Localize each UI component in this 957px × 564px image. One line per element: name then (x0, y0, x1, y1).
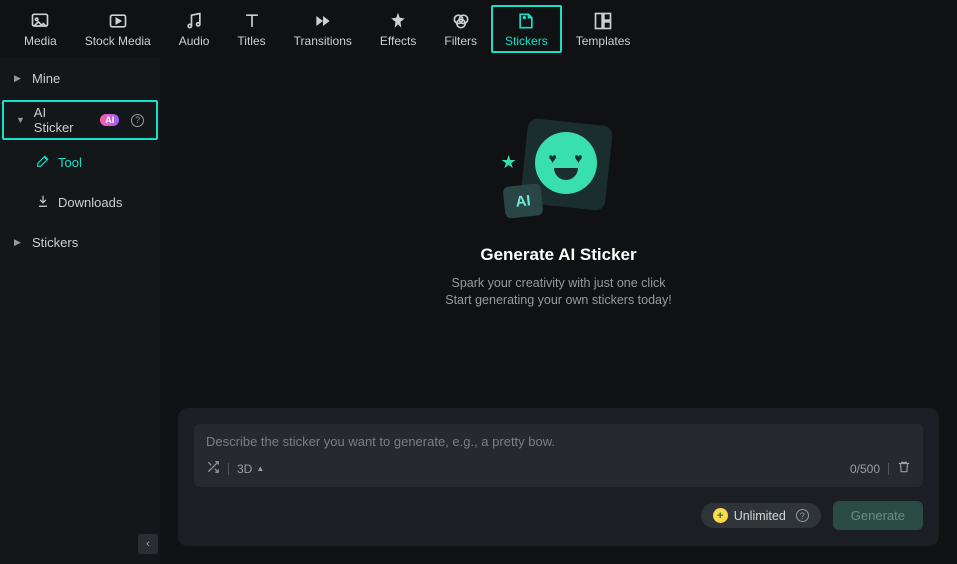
stickers-icon (516, 11, 536, 31)
sidebar-item-label: Stickers (32, 235, 78, 250)
help-icon[interactable]: ? (796, 509, 809, 522)
titles-icon (242, 11, 262, 31)
style-label: 3D (237, 462, 252, 476)
prompt-panel: Describe the sticker you want to generat… (178, 408, 939, 546)
hero-line1: Spark your creativity with just one clic… (452, 276, 666, 290)
ai-badge: AI (100, 114, 119, 126)
audio-icon (184, 11, 204, 31)
tab-label: Stickers (505, 34, 548, 48)
content-area: ‹ AI ★ Generate AI Sticker Spark your cr… (160, 58, 957, 564)
sidebar-item-mine[interactable]: ▶ Mine (2, 58, 158, 98)
hero-title: Generate AI Sticker (480, 245, 636, 265)
coin-icon: + (713, 508, 728, 523)
tab-label: Media (24, 34, 57, 48)
star-icon: ★ (501, 152, 517, 173)
filters-icon (451, 11, 471, 31)
tab-filters[interactable]: Filters (430, 5, 491, 53)
collapse-sidebar-button[interactable]: ‹ (138, 534, 158, 554)
char-counter: 0/500 (850, 462, 880, 476)
hero-line2: Start generating your own stickers today… (445, 293, 672, 307)
tab-templates[interactable]: Templates (562, 5, 645, 53)
prompt-textarea[interactable]: Describe the sticker you want to generat… (206, 434, 911, 452)
divider (228, 463, 229, 475)
unlimited-label: Unlimited (734, 509, 786, 523)
chevron-up-icon: ▲ (256, 464, 264, 473)
unlimited-pill[interactable]: + Unlimited ? (701, 503, 821, 528)
tab-stock-media[interactable]: Stock Media (71, 5, 165, 53)
top-toolbar: Media Stock Media Audio Titles Transitio… (0, 0, 957, 58)
media-icon (30, 11, 50, 31)
tab-label: Stock Media (85, 34, 151, 48)
hero-illustration: AI ★ (499, 117, 619, 227)
style-dropdown[interactable]: 3D ▲ (237, 462, 264, 476)
sidebar-item-stickers[interactable]: ▶ Stickers (2, 222, 158, 262)
sidebar-item-ai-sticker[interactable]: ▼ AI Sticker AI ? (2, 100, 158, 140)
tab-titles[interactable]: Titles (223, 5, 279, 53)
chevron-right-icon: ▶ (14, 237, 24, 248)
tab-effects[interactable]: Effects (366, 5, 430, 53)
transitions-icon (313, 11, 333, 31)
chevron-down-icon: ▼ (16, 115, 26, 125)
tab-label: Audio (179, 34, 210, 48)
chevron-right-icon: ▶ (14, 73, 24, 84)
sidebar-item-label: Downloads (58, 195, 122, 210)
sidebar-item-tool[interactable]: Tool (2, 142, 158, 182)
sidebar-item-label: Tool (58, 155, 82, 170)
prompt-input-container: Describe the sticker you want to generat… (194, 424, 923, 487)
generate-button[interactable]: Generate (833, 501, 923, 530)
tab-label: Titles (237, 34, 265, 48)
sidebar-item-downloads[interactable]: Downloads (2, 182, 158, 222)
divider (888, 463, 889, 475)
tab-stickers[interactable]: Stickers (491, 5, 562, 53)
help-icon[interactable]: ? (131, 114, 144, 127)
templates-icon (593, 11, 613, 31)
tab-audio[interactable]: Audio (165, 5, 224, 53)
sidebar-item-label: AI Sticker (34, 105, 88, 135)
hero-section: AI ★ Generate AI Sticker Spark your crea… (160, 58, 957, 408)
sidebar: ▶ Mine ▼ AI Sticker AI ? Tool Downloads … (0, 58, 160, 564)
tab-label: Effects (380, 34, 416, 48)
effects-icon (388, 11, 408, 31)
trash-icon[interactable] (897, 460, 911, 477)
sidebar-item-label: Mine (32, 71, 60, 86)
stock-media-icon (108, 11, 128, 31)
wand-icon (36, 154, 50, 171)
tab-transitions[interactable]: Transitions (280, 5, 366, 53)
tab-label: Transitions (294, 34, 352, 48)
ai-tag-label: AI (502, 183, 543, 219)
download-icon (36, 194, 50, 211)
tab-label: Filters (444, 34, 477, 48)
tab-label: Templates (576, 34, 631, 48)
shuffle-icon[interactable] (206, 460, 220, 477)
tab-media[interactable]: Media (10, 5, 71, 53)
